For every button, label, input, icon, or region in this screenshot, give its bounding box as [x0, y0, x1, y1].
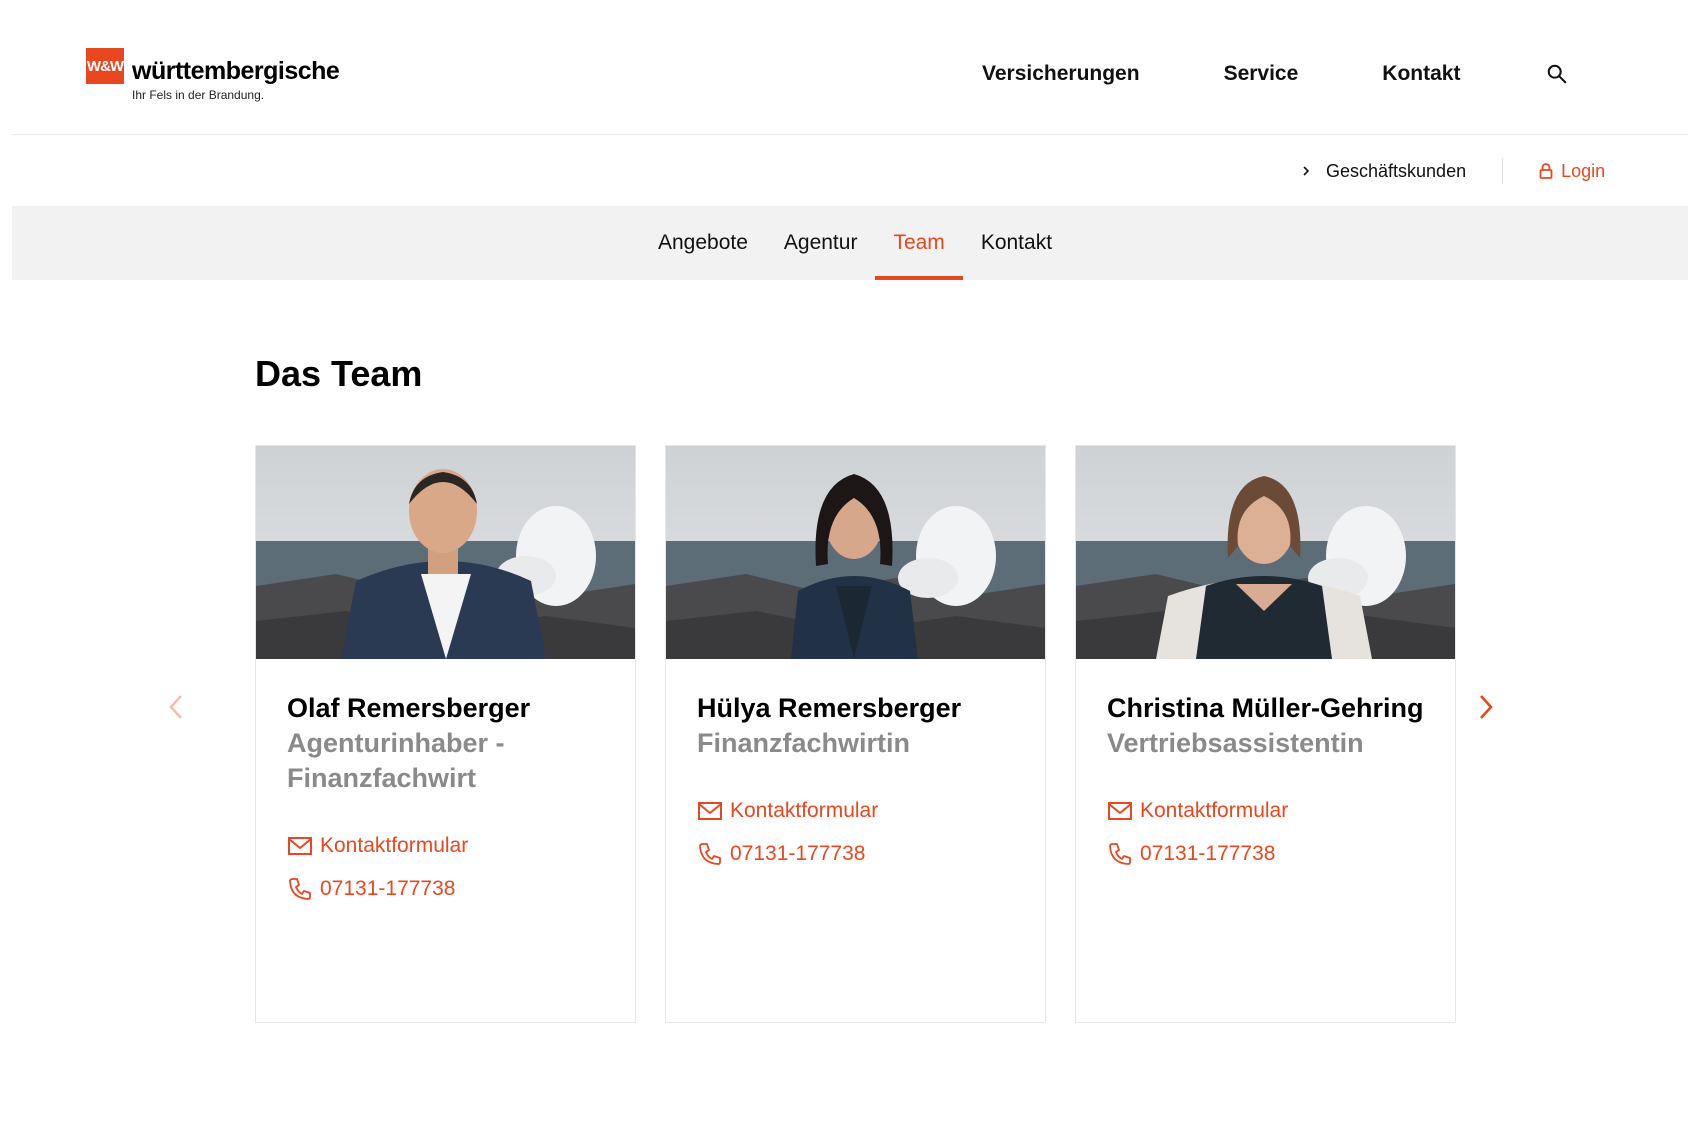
contact-form-label: Kontaktformular	[320, 833, 469, 857]
business-customers-label: Geschäftskunden	[1326, 160, 1467, 181]
phone-link[interactable]: 07131-177738	[697, 832, 1025, 875]
site-header: W&W württembergische Ihr Fels in der Bra…	[12, 0, 1688, 135]
contact-form-link[interactable]: Kontaktformular	[1107, 789, 1435, 832]
portrait-photo-1	[256, 446, 635, 659]
main-nav: Versicherungen Service Kontakt	[982, 62, 1568, 86]
carousel-next-icon[interactable]	[1474, 690, 1498, 724]
brand-claim: Ihr Fels in der Brandung.	[132, 88, 265, 102]
team-card: Olaf Remersberger Agenturinhaber - Finan…	[255, 445, 636, 1023]
team-card: Hülya Remersberger Finanzfachwirtin Kont…	[665, 445, 1046, 1023]
utility-bar: Geschäftskunden Login	[1300, 158, 1605, 184]
person-role: Agenturinhaber - Finanzfachwirt	[287, 728, 505, 793]
person-name: Olaf Remersberger	[287, 693, 531, 723]
person-name: Hülya Remersberger	[697, 693, 962, 723]
phone-link[interactable]: 07131-177738	[1107, 832, 1435, 875]
phone-icon	[1109, 842, 1131, 865]
chevron-right-icon	[1303, 166, 1310, 176]
page: W&W württembergische Ihr Fels in der Bra…	[0, 0, 1701, 1134]
business-customers-link[interactable]: Geschäftskunden	[1300, 161, 1466, 182]
lock-icon	[1539, 163, 1553, 179]
nav-item-kontakt[interactable]: Kontakt	[1382, 62, 1460, 86]
brand-name: württembergische	[132, 57, 340, 85]
sub-nav: Angebote Agentur Team Kontakt	[12, 206, 1688, 280]
phone-link[interactable]: 07131-177738	[287, 867, 615, 910]
person-role: Vertriebsassistentin	[1107, 728, 1364, 758]
tab-agentur[interactable]: Agentur	[766, 206, 876, 280]
phone-icon	[699, 842, 721, 865]
nav-item-versicherungen[interactable]: Versicherungen	[982, 62, 1140, 86]
tab-angebote[interactable]: Angebote	[640, 206, 766, 280]
tab-team[interactable]: Team	[875, 206, 964, 280]
brand-logo[interactable]: W&W württembergische Ihr Fels in der Bra…	[86, 48, 340, 102]
section-title: Das Team	[255, 353, 423, 394]
portrait-photo-3	[1076, 446, 1455, 659]
nav-item-service[interactable]: Service	[1224, 62, 1299, 86]
carousel-prev-icon[interactable]	[164, 690, 188, 724]
phone-icon	[289, 877, 311, 900]
team-photo	[256, 446, 635, 659]
contact-form-link[interactable]: Kontaktformular	[287, 824, 615, 867]
team-card: Christina Müller-Gehring Vertriebsassist…	[1075, 445, 1456, 1023]
login-link[interactable]: Login	[1539, 161, 1605, 182]
portrait-photo-2	[666, 446, 1045, 659]
login-label: Login	[1561, 160, 1606, 181]
team-photo	[666, 446, 1045, 659]
utility-divider	[1502, 158, 1504, 184]
search-icon[interactable]	[1546, 63, 1568, 85]
logo-mark: W&W	[86, 48, 124, 84]
team-photo	[1076, 446, 1455, 659]
person-name: Christina Müller-Gehring	[1107, 693, 1424, 723]
contact-form-label: Kontaktformular	[730, 798, 879, 822]
person-role: Finanzfachwirtin	[697, 728, 911, 758]
phone-number: 07131-177738	[320, 876, 456, 900]
mail-icon	[1108, 801, 1132, 820]
contact-form-link[interactable]: Kontaktformular	[697, 789, 1025, 832]
phone-number: 07131-177738	[730, 841, 866, 865]
tab-kontakt[interactable]: Kontakt	[963, 206, 1070, 280]
contact-form-label: Kontaktformular	[1140, 798, 1289, 822]
phone-number: 07131-177738	[1140, 841, 1276, 865]
mail-icon	[288, 836, 312, 855]
mail-icon	[698, 801, 722, 820]
